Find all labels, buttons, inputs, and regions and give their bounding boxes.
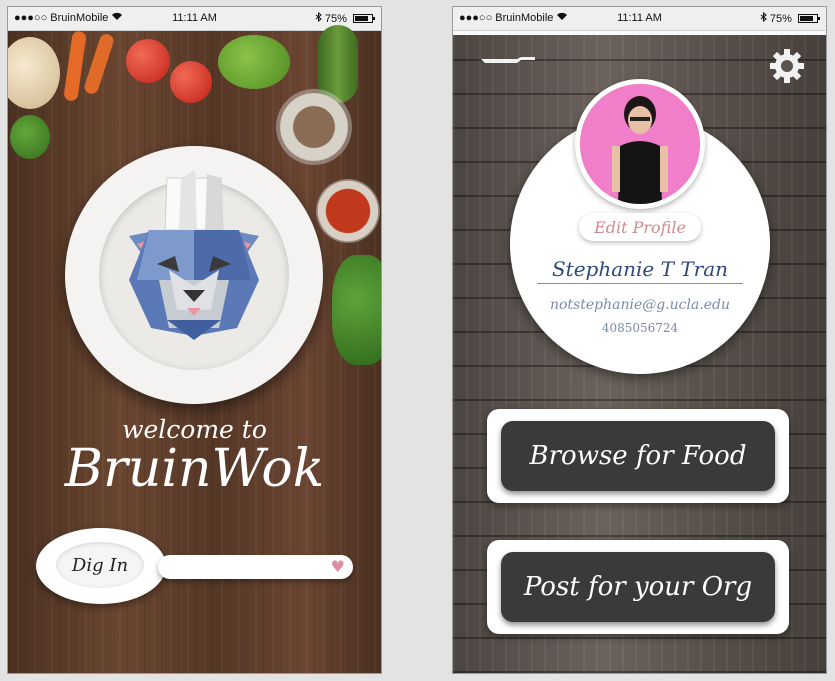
basil-leaf-image [10, 115, 50, 159]
plate [65, 146, 323, 404]
bluetooth-icon [315, 11, 325, 25]
carrot-image [63, 30, 87, 102]
gear-icon[interactable] [770, 49, 804, 83]
browse-card: Browse for Food [487, 409, 789, 503]
profile-phone: 4085056724 [601, 321, 679, 335]
wood-background: Edit Profile Stephanie T Tran notstephan… [453, 35, 826, 673]
peppercorn-jar-image [276, 89, 352, 165]
wood-background: welcome to BruinWok Dig In ♥ [8, 25, 381, 673]
bluetooth-icon [760, 11, 770, 25]
post-card: Post for your Org [487, 540, 789, 634]
tomato-image [170, 61, 212, 103]
welcome-screen: ●●●○○ BruinMobile 11:11 AM 75% welcome t… [7, 6, 382, 674]
dig-in-label: Dig In [56, 542, 144, 588]
battery-icon [353, 14, 375, 23]
avatar [575, 79, 705, 209]
browse-for-food-button[interactable]: Browse for Food [501, 421, 775, 491]
knife-menu-icon[interactable] [481, 57, 535, 65]
carrot-image [82, 32, 116, 96]
onion-image [8, 37, 60, 109]
battery-percent: 75% [324, 13, 347, 25]
status-bar: ●●●○○ BruinMobile 11:11 AM 75% [8, 7, 381, 31]
tomato-image [126, 39, 170, 83]
edit-profile-button[interactable]: Edit Profile [579, 213, 701, 241]
post-for-org-button[interactable]: Post for your Org [501, 552, 775, 622]
heart-icon[interactable]: ♥ [331, 557, 345, 576]
profile-email: notstephanie@g.ucla.edu [549, 297, 731, 313]
profile-screen: ●●●○○ BruinMobile 11:11 AM 75% Edit Prof… [452, 6, 827, 674]
battery-percent: 75% [769, 13, 792, 25]
pepper-image [218, 35, 290, 89]
chef-bear-logo [129, 170, 259, 340]
dig-in-button[interactable]: Dig In [36, 528, 166, 604]
profile-photo [580, 84, 700, 204]
status-bar: ●●●○○ BruinMobile 11:11 AM 75% [453, 7, 826, 31]
profile-name: Stephanie T Tran [537, 257, 743, 284]
paprika-jar-image [316, 179, 380, 243]
app-title: BruinWok [64, 439, 325, 499]
basil-leaves-image [332, 255, 381, 365]
spoon-handle: ♥ [158, 555, 353, 579]
battery-icon [798, 14, 820, 23]
